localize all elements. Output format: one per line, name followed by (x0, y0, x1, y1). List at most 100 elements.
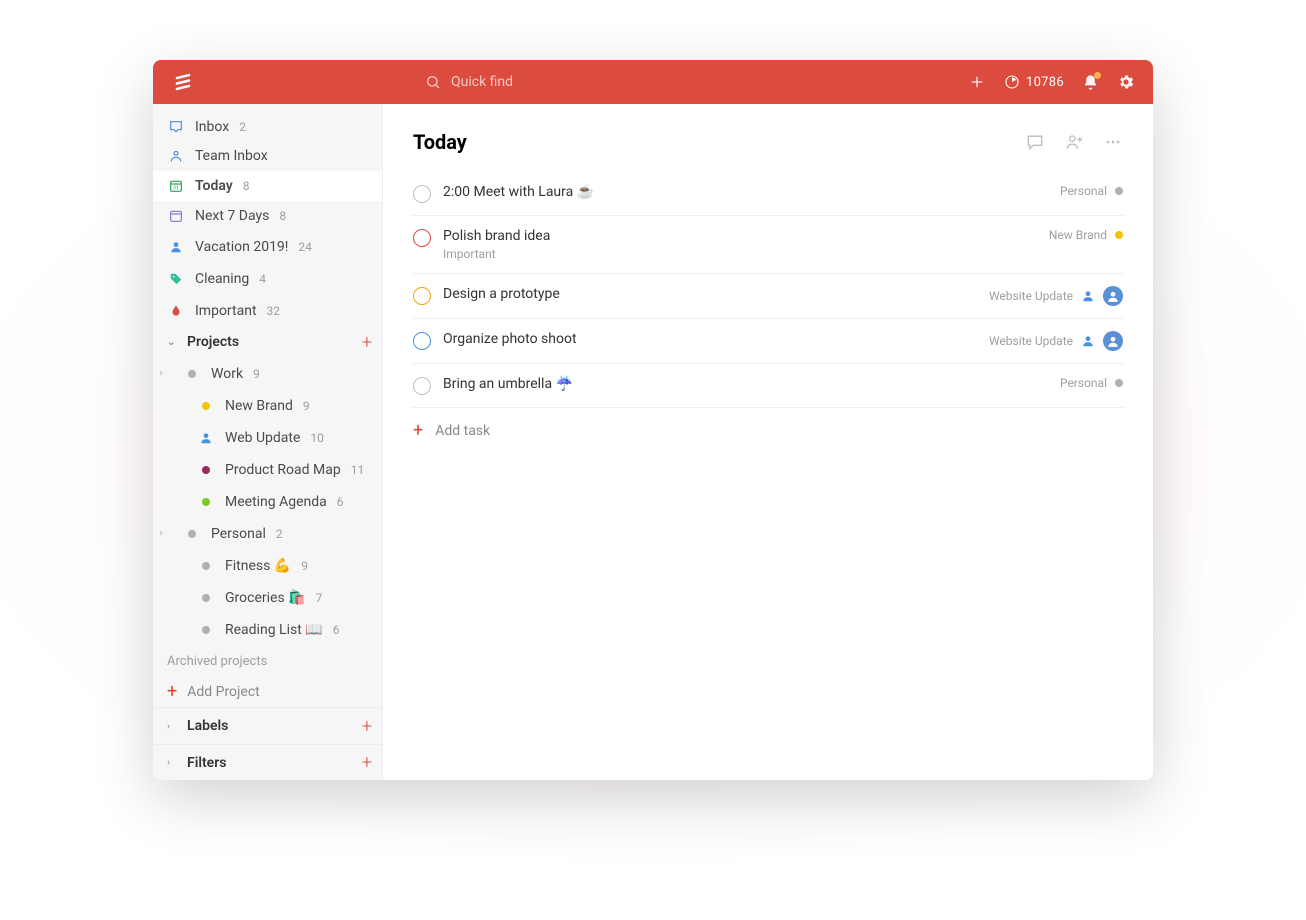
view-title: Today (413, 130, 467, 154)
sidebar-item-today[interactable]: 31 Today 8 (153, 171, 382, 201)
assignee-avatar[interactable] (1103, 286, 1123, 306)
task-checkbox[interactable] (413, 377, 431, 395)
task-title: 2:00 Meet with Laura ☕ (443, 184, 594, 200)
task-title: Polish brand idea (443, 228, 550, 244)
add-project-label: Add Project (187, 684, 260, 700)
search-field[interactable] (425, 73, 968, 91)
project-subitem[interactable]: Groceries 🛍️7 (153, 582, 382, 614)
project-count: 2 (276, 527, 283, 541)
add-project-plus-icon[interactable]: + (362, 332, 372, 353)
project-color-dot (1115, 379, 1123, 387)
sidebar-filter-item[interactable]: Important 32 (153, 295, 382, 327)
project-subitem[interactable]: Meeting Agenda6 (153, 486, 382, 518)
sidebar-item-inbox[interactable]: Inbox 2 (153, 112, 382, 142)
assignee-avatar[interactable] (1103, 331, 1123, 351)
task-meta: Personal (1060, 376, 1123, 390)
chevron-right-icon[interactable]: › (153, 368, 169, 379)
project-color-dot (197, 562, 215, 570)
top-actions: 10786 (968, 73, 1135, 91)
settings-icon[interactable] (1117, 73, 1135, 91)
view-header: Today (413, 130, 1123, 154)
add-project[interactable]: + Add Project (153, 677, 382, 707)
project-subitem[interactable]: Web Update10 (153, 422, 382, 454)
comments-icon[interactable] (1025, 132, 1045, 152)
plus-icon: + (413, 422, 423, 440)
calendar-icon (167, 208, 185, 224)
sidebar-filter-item[interactable]: Cleaning4 (153, 263, 382, 295)
archived-projects[interactable]: Archived projects (153, 646, 382, 677)
sidebar-filter-item[interactable]: Vacation 2019!24 (153, 231, 382, 263)
task-row[interactable]: Organize photo shootWebsite Update (413, 319, 1123, 364)
chevron-right-icon[interactable]: › (153, 528, 169, 539)
quick-add-icon[interactable] (968, 73, 986, 91)
chevron-right-icon: › (167, 757, 177, 768)
sidebar-bottom: › Labels + › Filters + (153, 707, 382, 780)
task-project-label: Personal (1060, 376, 1107, 390)
sidebar-item-team-inbox[interactable]: Team Inbox (153, 142, 382, 172)
project-item[interactable]: ›Work9 (153, 358, 382, 390)
top-bar: 10786 (153, 60, 1153, 104)
task-meta: Website Update (989, 286, 1123, 306)
sidebar-item-count: 32 (267, 304, 281, 318)
task-row[interactable]: Bring an umbrella ☔Personal (413, 364, 1123, 408)
search-input[interactable] (449, 73, 649, 91)
filters-section-header[interactable]: › Filters + (153, 744, 382, 780)
team-inbox-icon (167, 148, 185, 164)
plus-icon: + (167, 683, 177, 701)
task-row[interactable]: Design a prototype Website Update (413, 274, 1123, 319)
section-label: Projects (187, 334, 239, 350)
project-color-dot (197, 498, 215, 506)
project-subitem[interactable]: Product Road Map11 (153, 454, 382, 486)
task-body: Organize photo shoot (443, 331, 977, 347)
task-checkbox[interactable] (413, 229, 431, 247)
task-row[interactable]: Polish brand ideaImportantNew Brand (413, 216, 1123, 274)
karma-points: 10786 (1026, 75, 1064, 90)
project-subitem[interactable]: Reading List 📖6 (153, 614, 382, 646)
sidebar-item-count: 2 (239, 120, 246, 134)
project-color-dot (197, 466, 215, 474)
add-task[interactable]: + Add task (413, 408, 1123, 454)
project-subitem[interactable]: New Brand9 (153, 390, 382, 422)
app-logo[interactable] (171, 70, 195, 94)
projects-section-header[interactable]: ⌄ Projects + (153, 327, 382, 358)
project-item[interactable]: ›Personal2 (153, 518, 382, 550)
project-subitem[interactable]: Fitness 💪9 (153, 550, 382, 582)
section-label: Filters (187, 755, 226, 771)
project-count: 10 (310, 431, 324, 445)
task-body: Design a prototype (443, 286, 977, 302)
task-subtitle: Important (443, 247, 1037, 261)
today-icon: 31 (167, 178, 185, 194)
task-meta: Personal (1060, 184, 1123, 198)
task-checkbox[interactable] (413, 185, 431, 203)
task-checkbox[interactable] (413, 332, 431, 350)
task-list: 2:00 Meet with Laura ☕ Personal Polish bra… (413, 172, 1123, 408)
project-color-dot (197, 626, 215, 634)
sidebar-item-label: Vacation 2019! (195, 239, 288, 255)
more-icon[interactable] (1103, 132, 1123, 152)
add-task-label: Add task (435, 423, 490, 439)
user-icon (167, 240, 185, 254)
share-icon[interactable] (1063, 132, 1085, 152)
chevron-right-icon: › (167, 721, 177, 732)
sidebar-item-next7[interactable]: Next 7 Days 8 (153, 201, 382, 231)
project-label: Work (211, 366, 243, 382)
add-filter-plus-icon[interactable]: + (362, 752, 372, 773)
project-color-dot (1115, 187, 1123, 195)
project-count: 9 (301, 559, 308, 573)
labels-section-header[interactable]: › Labels + (153, 708, 382, 744)
karma-score[interactable]: 10786 (1004, 74, 1064, 90)
sidebar-item-label: Team Inbox (195, 148, 268, 164)
chevron-down-icon: ⌄ (167, 337, 177, 348)
project-count: 6 (337, 495, 344, 509)
add-label-plus-icon[interactable]: + (362, 716, 372, 737)
project-count: 6 (333, 623, 340, 637)
notifications-icon[interactable] (1082, 74, 1099, 91)
task-checkbox[interactable] (413, 287, 431, 305)
project-label: Groceries 🛍️ (225, 590, 306, 606)
sidebar-item-label: Important (195, 303, 257, 319)
app-body: Inbox 2 Team Inbox 31 Today 8 (153, 104, 1153, 780)
view-actions (1025, 132, 1123, 152)
task-row[interactable]: 2:00 Meet with Laura ☕ Personal (413, 172, 1123, 216)
section-label: Labels (187, 718, 228, 734)
svg-text:31: 31 (173, 185, 179, 191)
